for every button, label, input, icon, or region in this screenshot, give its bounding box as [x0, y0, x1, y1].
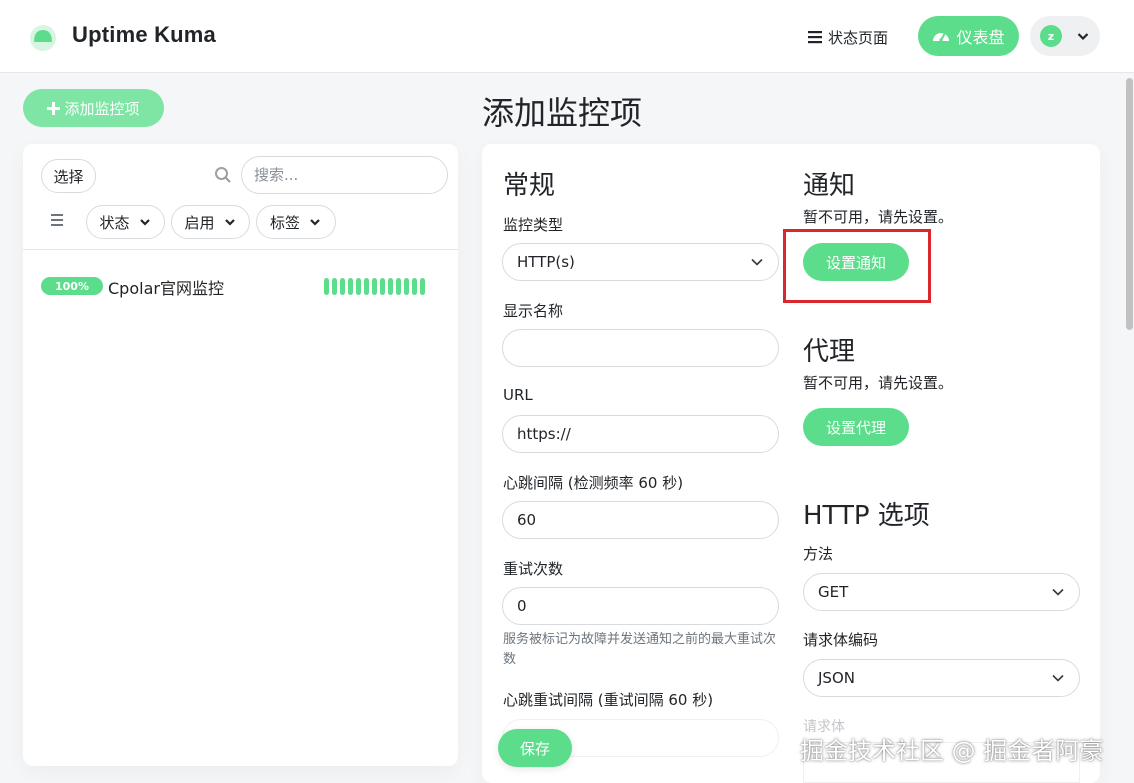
body-encoding-value: JSON: [818, 669, 855, 687]
search-icon: [215, 167, 231, 183]
retry-interval-label: 心跳重试间隔 (重试间隔 60 秒): [503, 691, 714, 709]
watermark-text: 掘金技术社区 @ 掘金者阿豪: [800, 737, 1104, 765]
heartbeat-beat[interactable]: [420, 278, 425, 295]
uptime-badge: 100%: [41, 277, 103, 295]
filter-status-label: 状态: [99, 213, 130, 232]
status-page-label: 状态页面: [828, 28, 889, 47]
chevron-down-icon: [751, 258, 763, 266]
filter-menu-icon[interactable]: [51, 213, 65, 227]
gauge-icon: [933, 33, 950, 42]
dashboard-button[interactable]: 仪表盘: [918, 16, 1019, 56]
filter-tags-button[interactable]: 标签: [256, 205, 336, 239]
chevron-down-icon: [1052, 674, 1064, 682]
add-monitor-button[interactable]: 添加监控项: [23, 89, 164, 127]
friendly-name-input[interactable]: [502, 329, 779, 367]
http-options-section-title: HTTP 选项: [803, 501, 930, 531]
add-monitor-label: 添加监控项: [64, 99, 140, 118]
chevron-down-icon: [1077, 33, 1089, 41]
proxy-section-title: 代理: [803, 337, 856, 367]
avatar: z: [1040, 25, 1062, 47]
list-icon: [808, 31, 822, 44]
retries-help-text: 服务被标记为故障并发送通知之前的最大重试次数: [503, 632, 777, 667]
select-button[interactable]: 选择: [41, 159, 96, 193]
url-input[interactable]: https://: [502, 415, 779, 453]
body-encoding-select[interactable]: JSON: [803, 659, 1080, 697]
heartbeat-beat[interactable]: [412, 278, 417, 295]
heartbeat-beat[interactable]: [332, 278, 337, 295]
chevron-down-icon: [224, 219, 235, 226]
search-input[interactable]: [241, 156, 448, 194]
heartbeat-beat[interactable]: [388, 278, 393, 295]
uptime-kuma-logo-icon[interactable]: [28, 22, 58, 52]
app-title[interactable]: Uptime Kuma: [72, 22, 216, 48]
heartbeat-beat[interactable]: [364, 278, 369, 295]
heartbeat-bar: [324, 278, 425, 296]
chevron-down-icon: [139, 219, 150, 226]
retries-input[interactable]: 0: [502, 587, 779, 625]
friendly-name-label: 显示名称: [503, 302, 564, 320]
status-page-link[interactable]: 状态页面: [808, 25, 888, 49]
list-divider: [23, 249, 458, 250]
top-navbar: Uptime Kuma 状态页面 仪表盘 z: [0, 0, 1134, 73]
heartbeat-beat[interactable]: [380, 278, 385, 295]
retries-label: 重试次数: [503, 560, 564, 578]
save-button[interactable]: 保存: [498, 729, 572, 767]
page-title: 添加监控项: [482, 94, 643, 132]
monitor-type-label: 监控类型: [503, 216, 564, 234]
heartbeat-beat[interactable]: [404, 278, 409, 295]
general-section-title: 常规: [503, 171, 556, 201]
monitor-type-value: HTTP(s): [517, 253, 575, 271]
monitor-type-select[interactable]: HTTP(s): [502, 243, 779, 281]
monitor-list-panel: 选择 状态 启用 标签 100% Cpolar官网监控: [23, 144, 458, 766]
filter-active-label: 启用: [184, 213, 215, 232]
list-item[interactable]: 100% Cpolar官网监控: [23, 266, 458, 306]
heartbeat-beat[interactable]: [396, 278, 401, 295]
filter-active-button[interactable]: 启用: [171, 205, 250, 239]
notification-section-title: 通知: [803, 171, 856, 201]
plus-icon: [47, 101, 61, 115]
filter-tags-label: 标签: [269, 213, 300, 232]
dashboard-label: 仪表盘: [956, 28, 1005, 47]
chevron-down-icon: [1052, 588, 1064, 596]
heartbeat-beat[interactable]: [324, 278, 329, 295]
url-label: URL: [503, 386, 533, 404]
heartbeat-beat[interactable]: [340, 278, 345, 295]
heartbeat-beat[interactable]: [348, 278, 353, 295]
monitor-name: Cpolar官网监控: [108, 279, 224, 298]
heartbeat-beat[interactable]: [356, 278, 361, 295]
interval-input[interactable]: 60: [502, 501, 779, 539]
chevron-down-icon: [310, 219, 320, 226]
method-select[interactable]: GET: [803, 573, 1080, 611]
setup-proxy-button[interactable]: 设置代理: [803, 408, 909, 446]
method-value: GET: [818, 583, 849, 601]
notification-hint: 暂不可用，请先设置。: [803, 208, 954, 226]
interval-label: 心跳间隔 (检测频率 60 秒): [503, 474, 684, 492]
method-label: 方法: [803, 545, 834, 563]
profile-menu-button[interactable]: z: [1030, 16, 1100, 56]
scrollbar-thumb[interactable]: [1126, 78, 1133, 330]
body-encoding-label: 请求体编码: [803, 631, 879, 649]
highlight-annotation-box: [783, 229, 931, 303]
heartbeat-beat[interactable]: [372, 278, 377, 295]
filter-status-button[interactable]: 状态: [86, 205, 165, 239]
proxy-hint: 暂不可用，请先设置。: [803, 374, 954, 392]
